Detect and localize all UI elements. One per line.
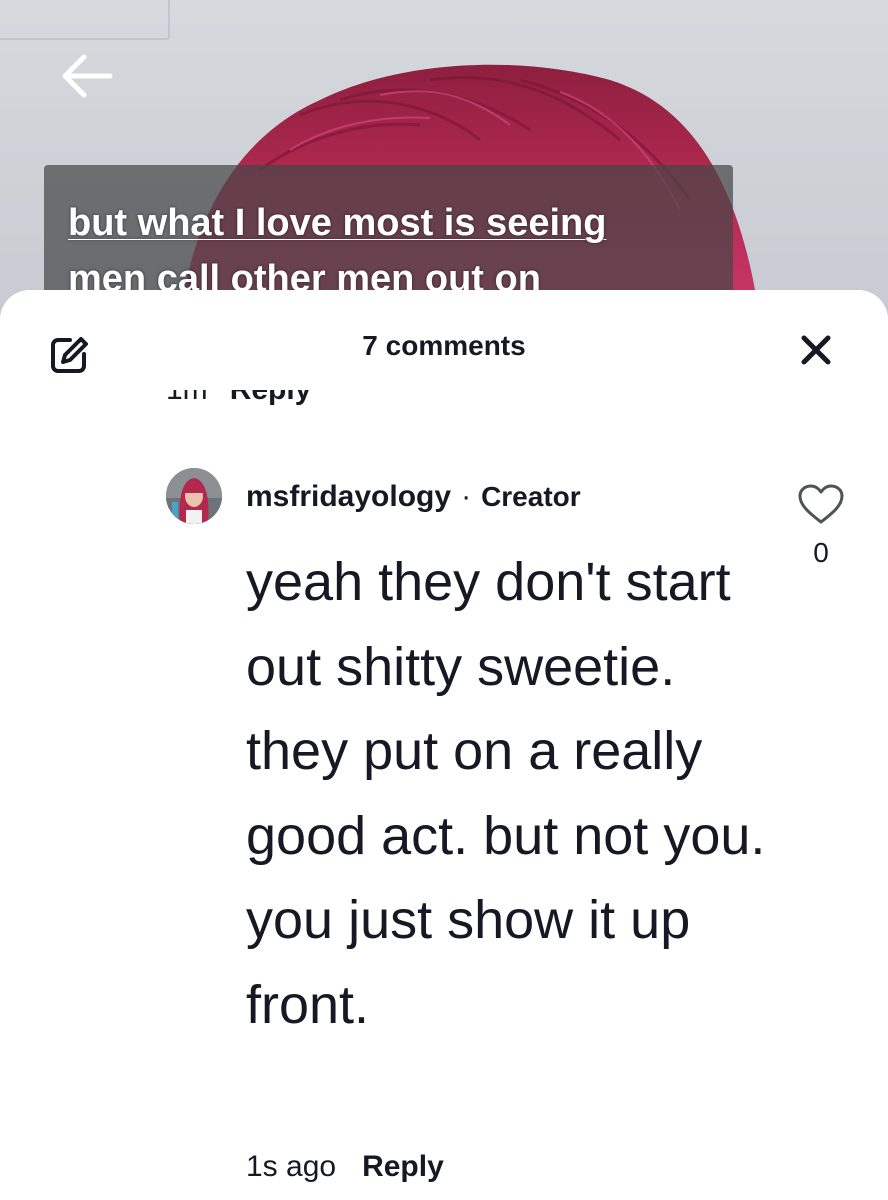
heart-icon [798, 484, 844, 524]
username[interactable]: msfridayology [246, 480, 451, 514]
reply-button[interactable]: Reply [362, 1150, 444, 1184]
comments-sheet: 7 comments 1m Reply msfridayology · Crea… [0, 290, 888, 1200]
video-caption: but what I love most is seeing men call … [44, 165, 733, 300]
avatar[interactable] [166, 468, 222, 524]
back-button[interactable] [56, 48, 116, 104]
like-count: 0 [813, 537, 829, 568]
timestamp: 1s ago [246, 1150, 337, 1183]
video-background: but what I love most is seeing men call … [0, 0, 888, 320]
comment-count: 7 comments [362, 330, 526, 361]
arrow-left-icon [62, 54, 113, 98]
caption-line-1: but what I love most is seeing [68, 202, 607, 244]
previous-comment-time: 1m [166, 388, 208, 406]
previous-reply-button[interactable]: Reply [230, 388, 312, 410]
creator-badge: Creator [481, 481, 581, 512]
close-icon [801, 335, 831, 365]
like-button[interactable]: 0 [795, 482, 847, 569]
comment-header: msfridayology · Creator [246, 480, 581, 514]
comment-footer: 1s ago Reply [246, 1150, 444, 1184]
previous-comment-footer: 1m Reply [166, 388, 311, 428]
close-button[interactable] [796, 330, 840, 374]
comment-text: yeah they don't start out shitty sweetie… [246, 552, 766, 1035]
avatar-image [166, 468, 222, 524]
separator-dot: · [461, 480, 472, 513]
sheet-header: 7 comments [0, 290, 888, 390]
